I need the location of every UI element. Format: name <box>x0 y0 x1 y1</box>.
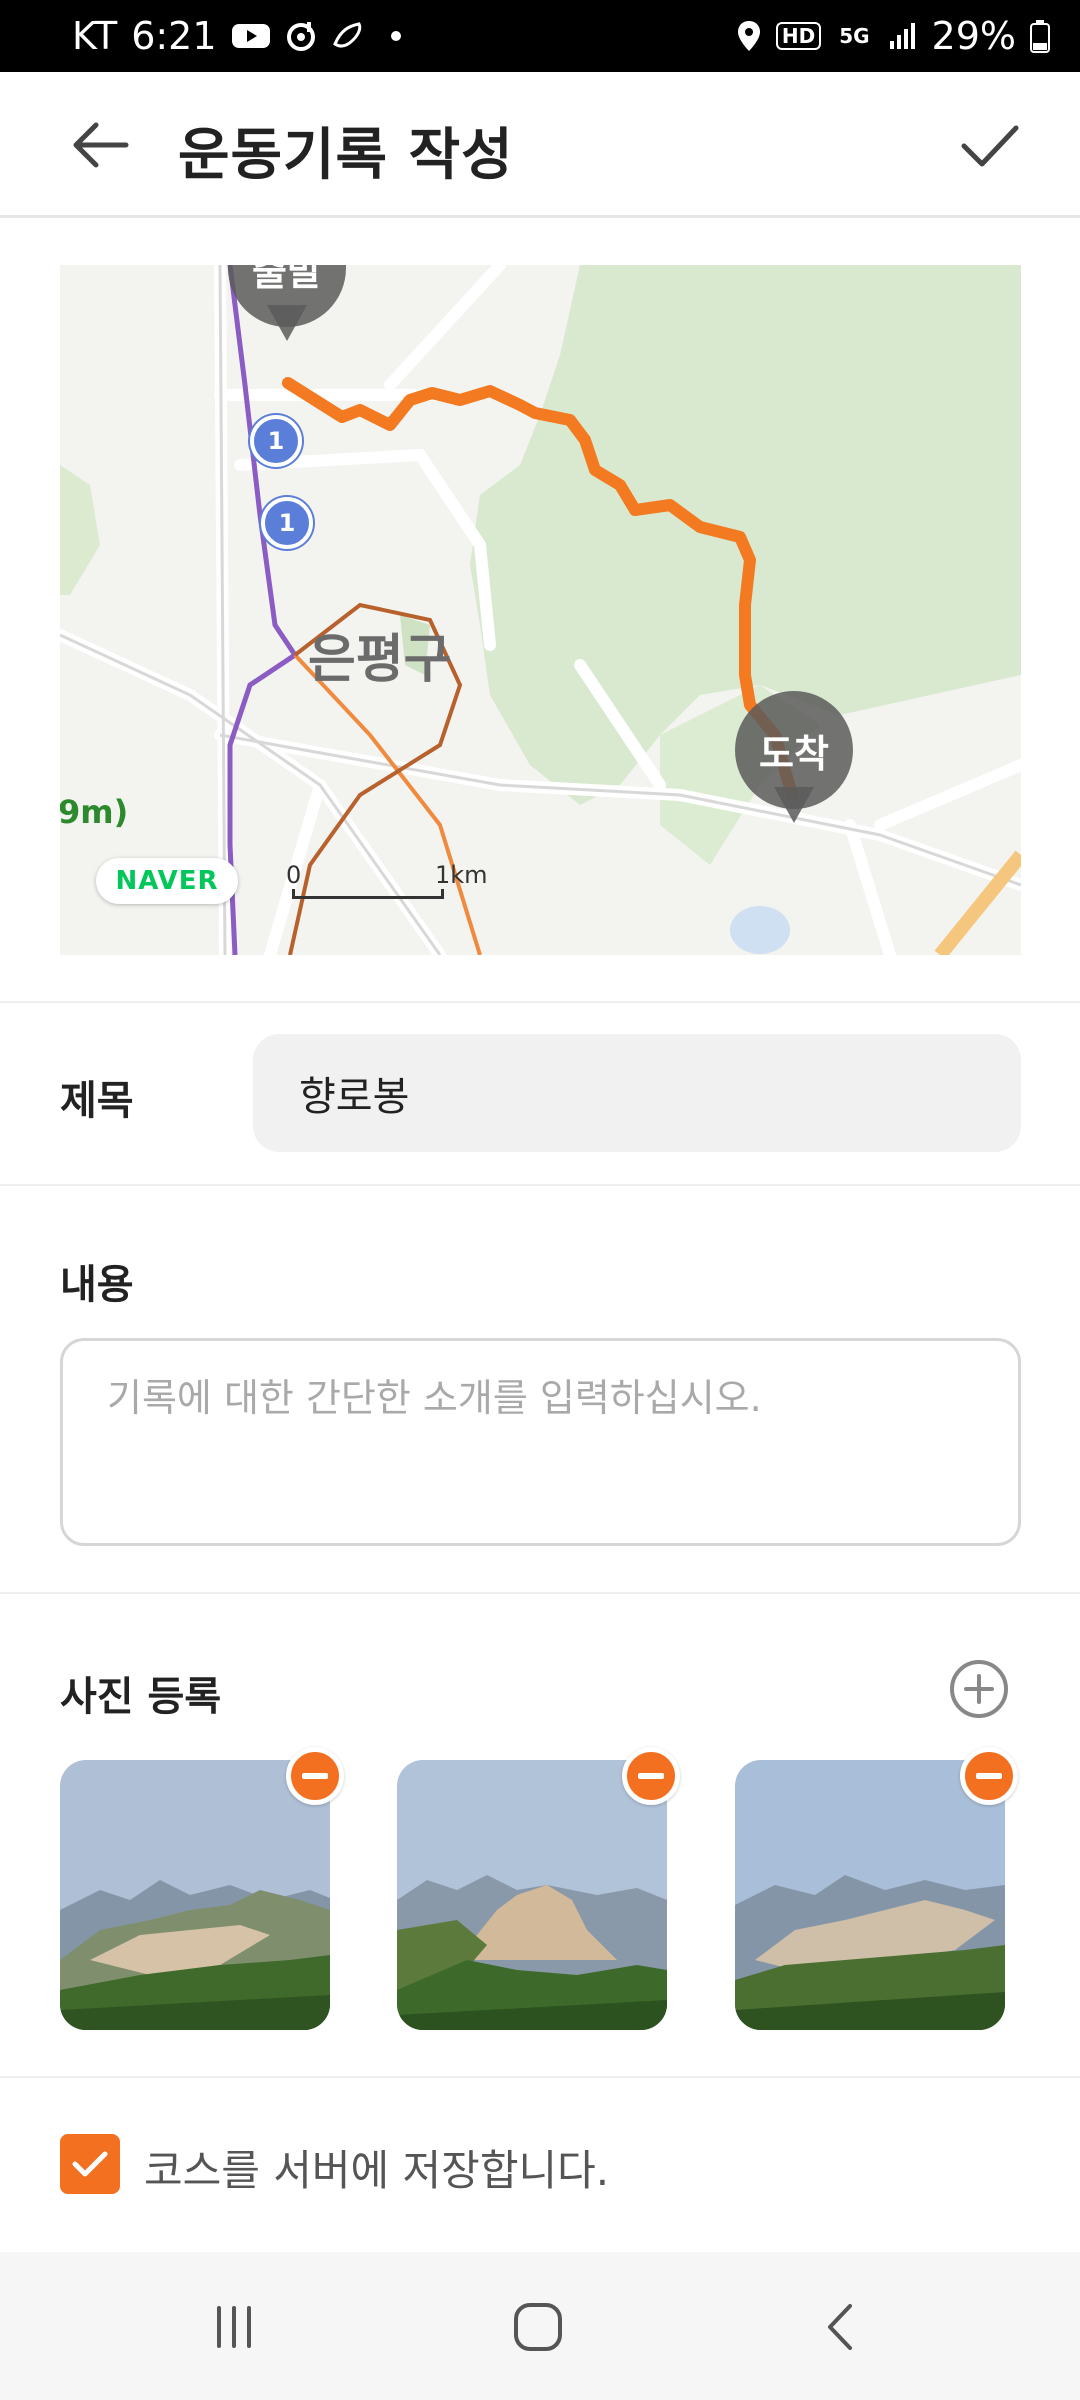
system-nav-bar <box>0 2252 1080 2400</box>
plus-circle-icon <box>964 1674 994 1704</box>
notification-dot-icon <box>390 31 401 41</box>
content-textarea[interactable]: 기록에 대한 간단한 소개를 입력하십시오. <box>60 1338 1021 1546</box>
save-course-label[interactable]: 코스를 서버에 저장합니다. <box>144 2137 609 2198</box>
mountain-photo-1[interactable] <box>60 1760 330 2030</box>
youtube-icon <box>231 21 271 51</box>
app-header: 운동기록 작성 <box>0 72 1080 218</box>
scale-start-label: 0 <box>286 861 302 889</box>
photo-section-label: 사진 등록 <box>60 1674 222 1720</box>
check-icon <box>72 2151 108 2177</box>
recent-apps-icon <box>217 2306 251 2348</box>
status-bar: KT 6:21 HD 5G 29% <box>0 0 1080 72</box>
remove-photo-button[interactable] <box>622 1747 680 1805</box>
minus-circle-icon <box>976 1773 1002 1779</box>
route-number-badge: 1 <box>250 415 302 467</box>
home-icon <box>514 2303 562 2351</box>
title-label: 제목 <box>60 1078 134 1124</box>
battery-icon <box>1030 19 1050 53</box>
content-placeholder: 기록에 대한 간단한 소개를 입력하십시오. <box>107 1376 762 1420</box>
check-icon <box>961 125 1019 167</box>
status-right: HD 5G 29% <box>736 14 1050 58</box>
content-label: 내용 <box>60 1262 134 1308</box>
home-button[interactable] <box>478 2282 598 2372</box>
battery-percent: 29% <box>931 14 1016 58</box>
route-map[interactable]: 은평구 9m) 1 1 출발 도착 NAVER 0 1km <box>60 265 1021 955</box>
route-number-badge: 1 <box>261 497 313 549</box>
section-divider <box>0 1001 1080 1003</box>
network-type-icon: 5G <box>839 24 870 48</box>
map-scale-bar <box>292 889 444 899</box>
naver-logo: NAVER <box>96 858 238 904</box>
music-app-icon <box>285 20 317 52</box>
clock: 6:21 <box>131 14 217 58</box>
arrow-left-icon <box>73 122 129 168</box>
recent-apps-button[interactable] <box>174 2282 294 2372</box>
chevron-left-icon <box>828 2304 852 2350</box>
end-marker[interactable]: 도착 <box>735 691 853 823</box>
mountain-photo-2[interactable] <box>397 1760 667 2030</box>
location-icon <box>736 19 762 53</box>
remove-photo-button[interactable] <box>960 1747 1018 1805</box>
scale-end-label: 1km <box>435 861 488 889</box>
minus-circle-icon <box>638 1773 664 1779</box>
status-left: KT 6:21 <box>72 14 401 58</box>
hd-voice-icon: HD <box>775 22 822 50</box>
page-title: 운동기록 작성 <box>178 123 514 188</box>
section-divider <box>0 1184 1080 1186</box>
mountain-photo-3[interactable] <box>735 1760 1005 2030</box>
back-button[interactable] <box>60 110 140 180</box>
add-photo-button[interactable] <box>950 1660 1008 1718</box>
remove-photo-button[interactable] <box>286 1747 344 1805</box>
minus-circle-icon <box>302 1773 328 1779</box>
section-divider <box>0 2076 1080 2078</box>
map-edge-label: 9m) <box>60 793 129 831</box>
save-course-checkbox[interactable] <box>60 2134 120 2194</box>
section-divider <box>0 1592 1080 1594</box>
map-canvas <box>60 265 1021 955</box>
confirm-button[interactable] <box>950 110 1030 180</box>
district-label: 은평구 <box>308 630 452 690</box>
nav-back-button[interactable] <box>780 2282 900 2372</box>
title-input[interactable]: 향로봉 <box>253 1034 1021 1152</box>
shoe-icon <box>331 20 365 52</box>
signal-icon <box>888 21 918 51</box>
carrier-label: KT <box>72 14 118 58</box>
